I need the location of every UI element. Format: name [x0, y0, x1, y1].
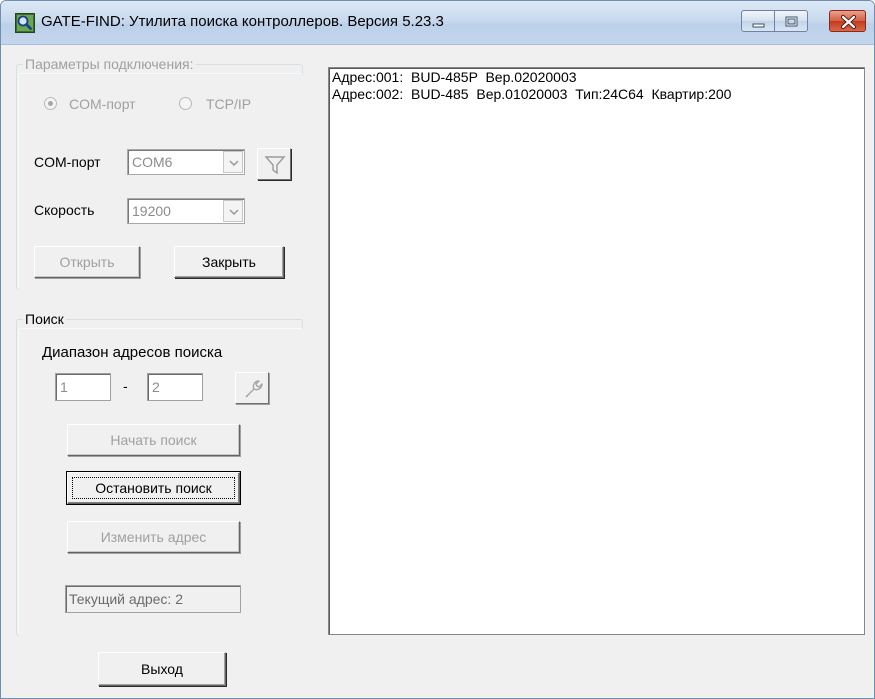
wrench-icon	[245, 380, 263, 398]
search-legend: Поиск	[25, 311, 64, 327]
maximize-icon	[785, 16, 798, 27]
radio-com-label: COM-порт	[69, 96, 136, 112]
speed-value: 19200	[132, 203, 171, 219]
open-button[interactable]: Открыть	[34, 246, 140, 278]
start-search-button[interactable]: Начать поиск	[67, 424, 240, 456]
speed-dropdown-button[interactable]	[223, 200, 243, 222]
title-bar[interactable]: GATE-FIND: Утилита поиска контроллеров. …	[1, 1, 874, 45]
results-listbox[interactable]: Адрес:001: BUD-485P Вер.02020003 Адрес:0…	[328, 67, 865, 635]
minimize-button[interactable]	[741, 10, 775, 32]
radio-com[interactable]	[44, 97, 57, 110]
close-icon	[841, 15, 856, 29]
chevron-down-icon	[229, 209, 239, 215]
window-title: GATE-FIND: Утилита поиска контроллеров. …	[41, 13, 444, 30]
com-port-value: COM6	[132, 154, 173, 170]
speed-select[interactable]: 19200	[127, 198, 245, 224]
speed-label: Скорость	[34, 202, 95, 218]
wrench-button[interactable]	[235, 372, 269, 404]
com-port-dropdown-button[interactable]	[223, 151, 243, 173]
current-address-field: Текущий адрес: 2	[65, 585, 241, 613]
app-magnifier-icon	[15, 13, 35, 33]
list-item[interactable]: Адрес:002: BUD-485 Вер.01020003 Тип:24C6…	[332, 86, 731, 102]
connection-legend: Параметры подключения:	[25, 56, 194, 72]
filter-button[interactable]	[257, 148, 291, 180]
close-button[interactable]	[829, 10, 866, 32]
range-label: Диапазон адресов поиска	[42, 344, 223, 361]
minimize-icon	[752, 23, 765, 28]
range-to-input[interactable]: 2	[147, 373, 203, 401]
change-address-button[interactable]: Изменить адрес	[67, 521, 240, 553]
exit-button[interactable]: Выход	[98, 652, 226, 686]
com-port-label: COM-порт	[34, 154, 101, 170]
filter-icon	[264, 156, 286, 175]
maximize-button[interactable]	[774, 10, 808, 32]
stop-search-button[interactable]: Остановить поиск	[67, 472, 240, 504]
range-from-input[interactable]: 1	[55, 373, 111, 401]
chevron-down-icon	[229, 160, 239, 166]
app-window: GATE-FIND: Утилита поиска контроллеров. …	[0, 0, 875, 699]
radio-com-dot	[48, 101, 53, 106]
focus-ring	[72, 477, 235, 499]
close-port-button[interactable]: Закрыть	[174, 246, 284, 278]
radio-tcp[interactable]	[179, 97, 192, 110]
client-area: Параметры подключения: COM-порт TCP/IP C…	[1, 46, 874, 698]
list-item[interactable]: Адрес:001: BUD-485P Вер.02020003	[332, 69, 577, 85]
com-port-select[interactable]: COM6	[127, 149, 245, 175]
range-dash: -	[123, 378, 128, 394]
radio-tcp-label: TCP/IP	[206, 96, 252, 112]
